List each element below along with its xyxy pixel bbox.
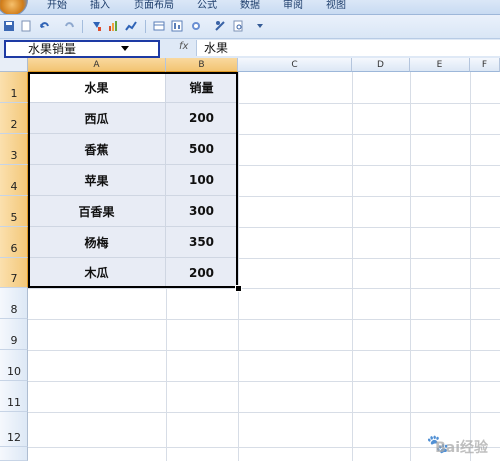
- column-header-e[interactable]: E: [410, 58, 470, 72]
- row-header-12[interactable]: 12: [0, 412, 28, 447]
- row-number: 5: [10, 211, 18, 224]
- cell-b1[interactable]: 销量: [166, 72, 238, 103]
- toolbar-separator: [145, 20, 146, 33]
- row-header-8[interactable]: 8: [0, 288, 28, 319]
- cell-b7[interactable]: 200: [166, 258, 238, 288]
- ribbon-tab-bar: 开始 插入 页面布局 公式 数据 审阅 视图: [0, 0, 500, 15]
- row-header-4[interactable]: 4: [0, 165, 28, 196]
- tab-insert[interactable]: 插入: [90, 0, 110, 12]
- undo-icon[interactable]: [38, 20, 50, 32]
- fill-handle[interactable]: [235, 285, 242, 292]
- column-header-d[interactable]: D: [352, 58, 410, 72]
- office-button[interactable]: [0, 0, 28, 14]
- row-number: 2: [10, 118, 18, 131]
- select-all-button[interactable]: [0, 58, 28, 72]
- row-number: 12: [7, 431, 21, 444]
- tab-review[interactable]: 审阅: [283, 0, 303, 12]
- paw-icon: 🐾: [426, 434, 450, 455]
- row-header-10[interactable]: 10: [0, 350, 28, 381]
- cell-a2[interactable]: 西瓜: [28, 103, 166, 134]
- grid-line: [470, 72, 471, 461]
- formula-bar: 水果销量 fx 水果: [0, 39, 500, 59]
- grid-line: [410, 72, 411, 461]
- quick-access-toolbar: [0, 15, 500, 39]
- chevron-down-icon[interactable]: [121, 46, 129, 51]
- row-header-13[interactable]: [0, 447, 28, 461]
- cell-a7[interactable]: 木瓜: [28, 258, 166, 288]
- function-icon[interactable]: fx: [179, 41, 188, 52]
- grid-line: [28, 288, 500, 289]
- new-icon[interactable]: [20, 20, 32, 32]
- line-chart-icon[interactable]: [125, 20, 137, 32]
- row-number: 9: [10, 334, 18, 347]
- tab-home[interactable]: 开始: [47, 0, 67, 12]
- toolbar-separator: [82, 20, 83, 33]
- grid-line: [238, 72, 239, 461]
- row-number: 4: [10, 180, 18, 193]
- more-icon[interactable]: [254, 20, 266, 32]
- column-header-b[interactable]: B: [166, 58, 238, 72]
- pivot-icon[interactable]: [171, 20, 183, 32]
- save-icon[interactable]: [3, 20, 15, 32]
- cell-a5[interactable]: 百香果: [28, 196, 166, 227]
- cell-b3[interactable]: 500: [166, 134, 238, 165]
- formula-input[interactable]: 水果: [196, 40, 500, 56]
- worksheet-grid[interactable]: A B C D E F 1 2 3 4 5 6 7 8 9 10 11 12 水…: [0, 58, 500, 461]
- cell-b2[interactable]: 200: [166, 103, 238, 134]
- name-box[interactable]: 水果销量: [4, 40, 160, 58]
- grid-line: [28, 319, 500, 320]
- sort-icon[interactable]: [91, 20, 103, 32]
- row-header-3[interactable]: 3: [0, 134, 28, 165]
- name-box-value: 水果销量: [28, 42, 77, 56]
- chart-icon[interactable]: [108, 20, 120, 32]
- row-header-9[interactable]: 9: [0, 319, 28, 350]
- row-number: 11: [7, 396, 21, 409]
- grid-line: [28, 381, 500, 382]
- grid-line: [352, 72, 353, 461]
- row-header-7[interactable]: 7: [0, 258, 28, 288]
- tab-formulas[interactable]: 公式: [197, 0, 217, 12]
- row-header-1[interactable]: 1: [0, 72, 28, 103]
- cell-b6[interactable]: 350: [166, 227, 238, 258]
- redo-icon[interactable]: [64, 20, 76, 32]
- row-number: 8: [10, 303, 18, 316]
- row-number: 6: [10, 242, 18, 255]
- cell-a6[interactable]: 杨梅: [28, 227, 166, 258]
- tab-data[interactable]: 数据: [240, 0, 260, 12]
- cell-b4[interactable]: 100: [166, 165, 238, 196]
- cell-b5[interactable]: 300: [166, 196, 238, 227]
- row-header-6[interactable]: 6: [0, 227, 28, 258]
- cell-a4[interactable]: 苹果: [28, 165, 166, 196]
- column-header-f[interactable]: F: [470, 58, 500, 72]
- column-header-c[interactable]: C: [238, 58, 352, 72]
- row-number: 10: [7, 365, 21, 378]
- row-header-2[interactable]: 2: [0, 103, 28, 134]
- toolbar-tools-icon[interactable]: [214, 20, 226, 32]
- row-number: 3: [10, 149, 18, 162]
- cell-a1[interactable]: 水果: [28, 72, 166, 103]
- table-icon[interactable]: [153, 20, 165, 32]
- print-preview-icon[interactable]: [232, 20, 244, 32]
- row-header-11[interactable]: 11: [0, 381, 28, 412]
- tab-view[interactable]: 视图: [326, 0, 346, 12]
- row-number: 7: [10, 272, 18, 285]
- row-header-5[interactable]: 5: [0, 196, 28, 227]
- preview-icon[interactable]: [190, 20, 202, 32]
- tab-page-layout[interactable]: 页面布局: [134, 0, 174, 12]
- column-header-a[interactable]: A: [28, 58, 166, 72]
- grid-line: [28, 412, 500, 413]
- cell-a3[interactable]: 香蕉: [28, 134, 166, 165]
- grid-line: [28, 350, 500, 351]
- row-number: 1: [10, 87, 18, 100]
